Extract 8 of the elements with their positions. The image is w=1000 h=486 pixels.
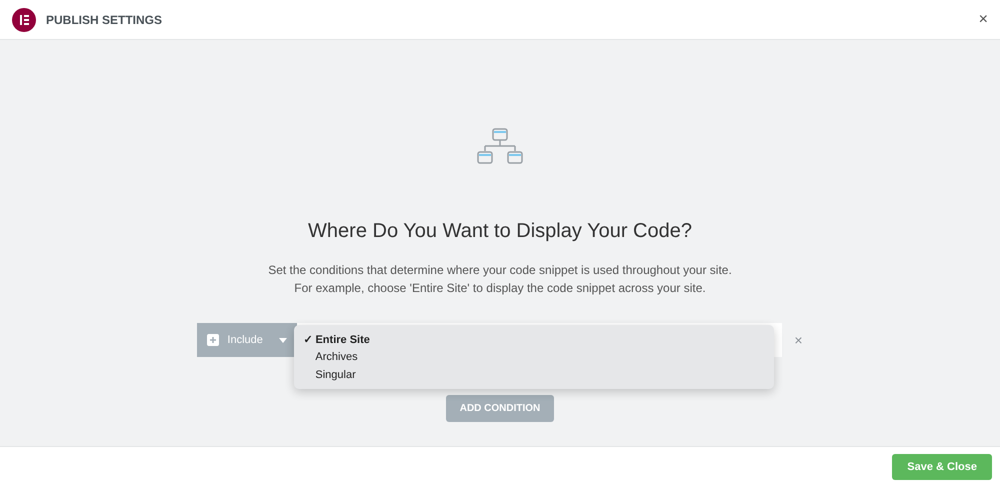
logo-icon <box>12 8 36 32</box>
window-title: PUBLISH SETTINGS <box>46 12 164 26</box>
heading: Where Do You Want to Display Your Code? <box>308 220 692 243</box>
description: Set the conditions that determine where your code snippet is used throughout your site. For example, choose 'Entire Site' to display the code snippet across your site. <box>268 262 732 297</box>
dropdown-option[interactable]: Singular <box>294 366 774 384</box>
close-button[interactable]: × <box>978 10 988 28</box>
caret-icon <box>279 338 288 342</box>
plus-icon <box>207 334 220 346</box>
